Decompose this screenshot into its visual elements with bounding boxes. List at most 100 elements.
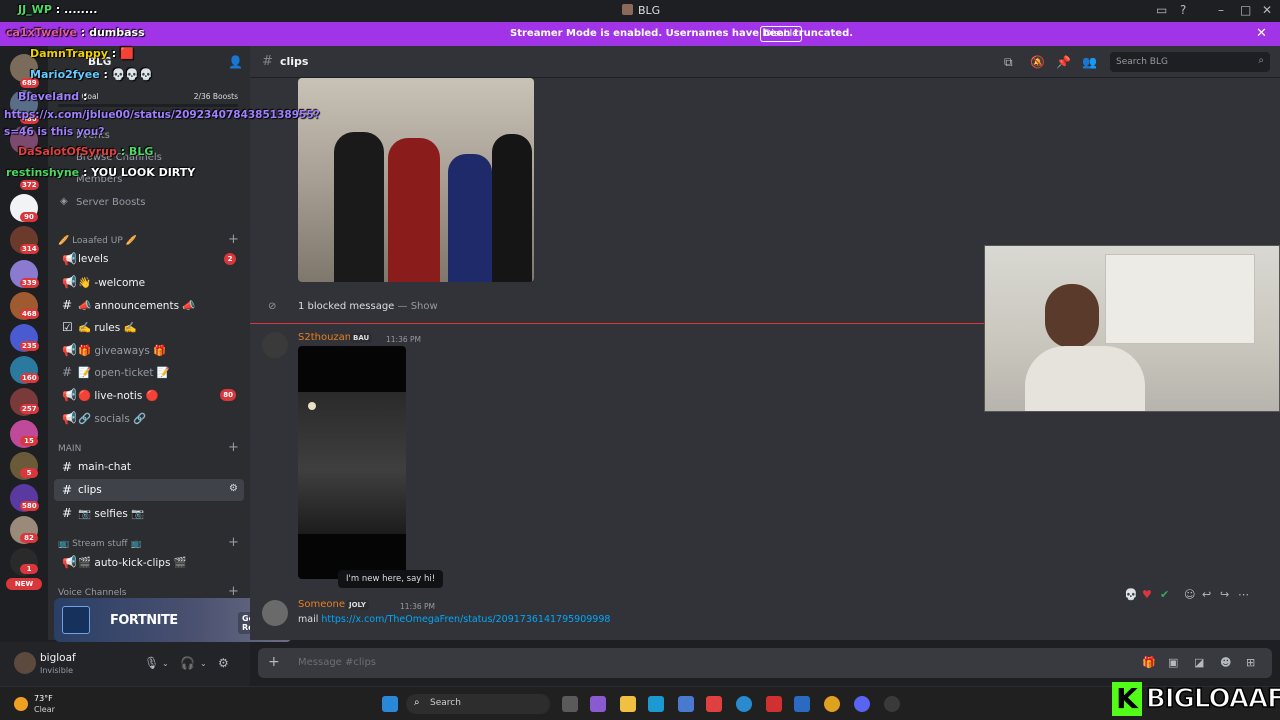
channel-live-notis[interactable]: 📢 🔴 live-notis 🔴 80 — [54, 384, 244, 406]
new-messages-divider — [250, 323, 984, 324]
server-badge: 339 — [20, 278, 39, 288]
search-input[interactable]: Search BLG ⌕ — [1110, 52, 1270, 72]
chevron-down-icon[interactable]: ⌄ — [162, 659, 169, 668]
channel-socials[interactable]: 📢 🔗 socials 🔗 — [54, 407, 244, 429]
add-channel-icon[interactable]: + — [228, 440, 239, 455]
security-icon[interactable] — [766, 696, 782, 712]
message-composer[interactable]: + Message #clips 🎁 ▣ ◪ ☻ ⊞ — [258, 648, 1272, 678]
show-blocked-link[interactable]: Show — [411, 301, 438, 312]
add-channel-icon[interactable]: + — [228, 535, 239, 550]
close-banner-icon[interactable]: ✕ — [1256, 26, 1267, 41]
close-window-button[interactable]: ✕ — [1262, 3, 1272, 17]
chat-user: restinshyne — [6, 166, 80, 179]
message-actions: 💀 ♥ ✔ ☺ ↩ ↪ ⋯ — [1120, 588, 1254, 604]
channel-label: 📝 open-ticket 📝 — [78, 367, 170, 379]
channel-label: main-chat — [78, 461, 132, 473]
category-main[interactable]: MAIN — [58, 444, 81, 454]
threads-icon[interactable]: ⧉ — [1004, 55, 1013, 70]
discord-icon[interactable] — [854, 696, 870, 712]
message-link[interactable]: https://x.com/TheOmegaFren/status/209173… — [321, 614, 610, 625]
chevron-down-icon[interactable]: ⌄ — [200, 659, 207, 668]
heart-reaction-icon[interactable]: ♥ — [1142, 588, 1152, 601]
category-stream[interactable]: 📺 Stream stuff 📺 — [58, 539, 142, 549]
copilot-icon[interactable] — [590, 696, 606, 712]
taskbar-search[interactable]: ⌕ Search — [406, 694, 550, 714]
store-icon[interactable] — [678, 696, 694, 712]
attach-plus-icon[interactable]: + — [268, 654, 280, 670]
user-tag: JOLY — [346, 600, 369, 610]
chat-text: : BLG — [120, 145, 154, 158]
message-author[interactable]: S2thouzan — [298, 332, 351, 343]
chat-user: ca1xTwelve — [6, 26, 78, 39]
hash-icon: # — [62, 506, 73, 520]
sticker-icon[interactable]: ◪ — [1194, 656, 1204, 669]
server-badge: 5 — [20, 468, 38, 478]
chat-text: : 🟥 — [111, 47, 134, 60]
settings-icon[interactable]: ⚙ — [229, 483, 238, 494]
member-list-icon[interactable]: 👥 — [1082, 55, 1097, 69]
edge-icon[interactable] — [648, 696, 664, 712]
channel-levels[interactable]: 📢 levels 2 — [54, 248, 244, 270]
window-title: BLG — [622, 4, 660, 17]
emoji-icon[interactable]: ☻ — [1220, 656, 1231, 669]
message-author[interactable]: Someone — [298, 599, 345, 610]
maximize-button[interactable]: □ — [1240, 3, 1251, 17]
avatar[interactable] — [262, 332, 288, 358]
chat-user: DaSalotOfSyrup — [18, 145, 117, 158]
channel-label: 🎁 giveaways 🎁 — [78, 345, 167, 357]
message-input[interactable]: Message #clips — [298, 657, 376, 668]
obs-icon[interactable] — [884, 696, 900, 712]
chat-text: : — [83, 90, 88, 103]
channel-announcements[interactable]: # 📣 announcements 📣 — [54, 294, 244, 316]
channel-selfies[interactable]: # 📷 selfies 📷 — [54, 502, 244, 524]
microphone-icon[interactable]: 🎙 — [144, 656, 159, 670]
help-icon[interactable] — [736, 696, 752, 712]
avatar[interactable] — [14, 652, 36, 674]
gift-icon[interactable]: 🎁 — [1142, 656, 1156, 669]
reply-icon[interactable]: ↩ — [1202, 588, 1211, 601]
message-time: 11:36 PM — [386, 335, 421, 344]
channel-giveaways[interactable]: 📢 🎁 giveaways 🎁 — [54, 339, 244, 361]
inbox-icon[interactable]: ▭ — [1156, 3, 1167, 17]
category-voice[interactable]: Voice Channels — [58, 588, 126, 598]
mail-icon[interactable] — [794, 696, 810, 712]
chrome-icon[interactable] — [824, 696, 840, 712]
channel-welcome[interactable]: 📢 👋 -welcome — [54, 271, 244, 293]
channel-label: 👋 -welcome — [78, 277, 146, 289]
announcement-icon: 📢 — [62, 411, 77, 425]
settings-icon[interactable]: ⚙ — [218, 656, 229, 670]
category-loafed[interactable]: 🥖 Loaafed UP 🥖 — [58, 236, 137, 246]
gif-icon[interactable]: ▣ — [1168, 656, 1178, 669]
add-channel-icon[interactable]: + — [228, 584, 239, 599]
add-reaction-icon[interactable]: ☺ — [1184, 588, 1195, 601]
server-badge: 1 — [20, 564, 38, 574]
task-view-icon[interactable] — [562, 696, 578, 712]
check-reaction-icon[interactable]: ✔ — [1160, 588, 1169, 601]
forward-icon[interactable]: ↪ — [1220, 588, 1229, 601]
chat-line: DaSalotOfSyrup : BLG — [18, 145, 153, 158]
notifications-icon[interactable]: 🔕 — [1030, 55, 1045, 69]
app-icon[interactable] — [706, 696, 722, 712]
skull-reaction-icon[interactable]: 💀 — [1124, 588, 1138, 601]
windows-start-icon[interactable] — [382, 696, 398, 712]
apps-icon[interactable]: ⊞ — [1246, 656, 1255, 669]
minimize-button[interactable]: – — [1218, 3, 1224, 17]
avatar[interactable] — [262, 600, 288, 626]
pinned-icon[interactable]: 📌 — [1056, 55, 1071, 69]
channel-main-chat[interactable]: # main-chat — [54, 456, 244, 478]
help-icon[interactable]: ? — [1180, 3, 1186, 17]
video-attachment[interactable] — [298, 346, 406, 579]
channel-clips[interactable]: # clips ⚙ — [54, 479, 244, 501]
channel-open-ticket[interactable]: # 📝 open-ticket 📝 — [54, 361, 244, 383]
server-boosts-item[interactable]: Server Boosts — [76, 197, 145, 208]
add-channel-icon[interactable]: + — [228, 232, 239, 247]
channel-rules[interactable]: ☑ ✍️ rules ✍️ — [54, 316, 244, 338]
channel-auto-kick-clips[interactable]: 📢 🎬 auto-kick-clips 🎬 — [54, 551, 244, 573]
video-light — [308, 402, 316, 410]
more-icon[interactable]: ⋯ — [1238, 588, 1249, 601]
file-explorer-icon[interactable] — [620, 696, 636, 712]
headphones-icon[interactable]: 🎧 — [180, 656, 195, 670]
announcement-icon: 📢 — [62, 343, 77, 357]
image-attachment[interactable] — [298, 78, 534, 282]
disable-streamer-mode-button[interactable]: Disable — [760, 26, 802, 42]
